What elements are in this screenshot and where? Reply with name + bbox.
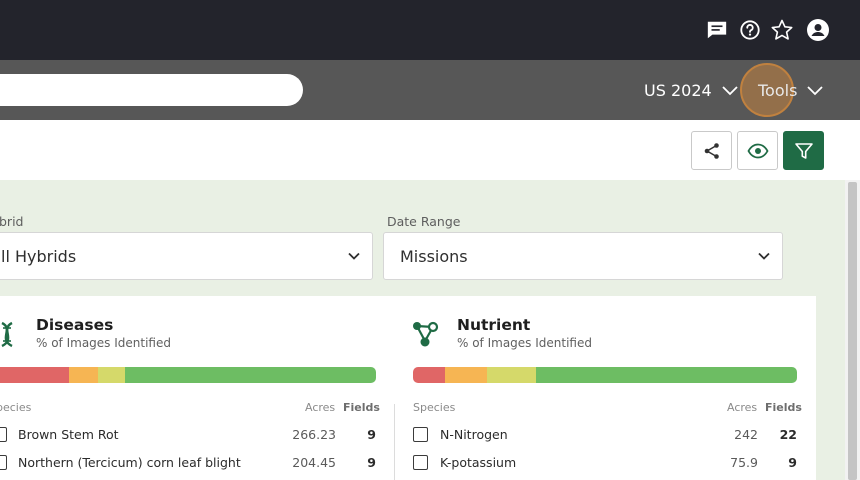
diseases-title: Diseases <box>36 316 114 334</box>
nutrient-severity-bar <box>413 367 797 383</box>
chevron-down-icon <box>807 86 824 96</box>
row-checkbox[interactable] <box>0 427 7 442</box>
nutrient-bar-segment-2 <box>444 367 488 383</box>
diseases-row-2-acres: 204.45 <box>292 455 336 470</box>
view-button[interactable] <box>737 131 778 170</box>
nutrient-bar-segment-4 <box>535 367 797 383</box>
date-range-select[interactable]: Missions <box>383 232 783 280</box>
nutrient-bar-segment-1 <box>413 367 445 383</box>
diseases-row-1-acres: 266.23 <box>292 427 336 442</box>
diseases-bar-segment-2 <box>69 367 99 383</box>
diseases-row-1-fields: 9 <box>367 427 376 442</box>
chevron-down-icon <box>722 86 738 96</box>
diseases-bar-segment-4 <box>125 367 376 383</box>
star-icon[interactable] <box>769 17 795 43</box>
eye-icon <box>746 143 769 158</box>
share-icon <box>704 142 719 159</box>
tools-dropdown[interactable]: Tools <box>758 60 824 120</box>
nutrient-col-species: Species <box>413 401 456 414</box>
feedback-icon[interactable] <box>704 17 730 43</box>
nutrient-subtitle: % of Images Identified <box>457 336 592 350</box>
nutrient-bar-segment-3 <box>487 367 536 383</box>
diseases-col-species: pecies <box>0 401 32 414</box>
hybrid-filter-label: brid <box>0 214 24 229</box>
scrollbar[interactable] <box>845 180 860 480</box>
account-icon[interactable] <box>805 17 831 43</box>
hybrid-select-value: ll Hybrids <box>1 246 77 266</box>
nutrient-row-2-name: K-potassium <box>440 455 517 470</box>
nutrient-row-1-fields: 22 <box>779 427 797 442</box>
nutrient-col-acres: Acres <box>727 401 758 414</box>
nutrient-row-1-acres: 242 <box>734 427 758 442</box>
row-checkbox[interactable] <box>0 455 7 470</box>
date-range-select-value: Missions <box>400 246 468 266</box>
panel-divider <box>394 404 395 480</box>
diseases-subtitle: % of Images Identified <box>36 336 171 350</box>
nutrient-row-2-acres: 75.9 <box>730 455 758 470</box>
row-checkbox[interactable] <box>413 455 428 470</box>
hybrid-select[interactable]: ll Hybrids <box>0 232 373 280</box>
nutrient-row-2-fields: 9 <box>788 455 797 470</box>
diseases-row-2-name: Northern (Tercicum) corn leaf blight <box>18 455 241 470</box>
filter-button[interactable] <box>783 131 824 170</box>
diseases-col-fields: Fields <box>343 401 380 414</box>
diseases-col-acres: Acres <box>305 401 336 414</box>
dna-icon <box>1 321 13 348</box>
date-range-label: Date Range <box>387 214 461 229</box>
nutrient-row-1-name: N-Nitrogen <box>440 427 508 442</box>
nutrient-col-fields: Fields <box>765 401 802 414</box>
diseases-bar-segment-1 <box>0 367 70 383</box>
diseases-row-2-fields: 9 <box>367 455 376 470</box>
diseases-bar-segment-3 <box>98 367 126 383</box>
season-dropdown[interactable]: US 2024 <box>644 60 739 120</box>
help-icon[interactable] <box>737 17 763 43</box>
nav-bar: US 2024 <box>0 60 860 120</box>
chevron-down-icon <box>758 252 770 260</box>
season-label: US 2024 <box>644 80 712 100</box>
diseases-row-1-name: Brown Stem Rot <box>18 427 119 442</box>
action-toolbar <box>0 120 860 180</box>
filter-icon <box>794 142 813 159</box>
insights-card <box>0 296 816 480</box>
nutrient-title: Nutrient <box>457 316 531 334</box>
molecule-icon <box>413 321 439 347</box>
chevron-down-icon <box>348 252 360 260</box>
tools-label: Tools <box>758 80 798 100</box>
share-button[interactable] <box>691 131 732 170</box>
row-checkbox[interactable] <box>413 427 428 442</box>
top-bar <box>0 0 860 60</box>
diseases-severity-bar <box>0 367 376 383</box>
search-input[interactable] <box>0 74 303 106</box>
